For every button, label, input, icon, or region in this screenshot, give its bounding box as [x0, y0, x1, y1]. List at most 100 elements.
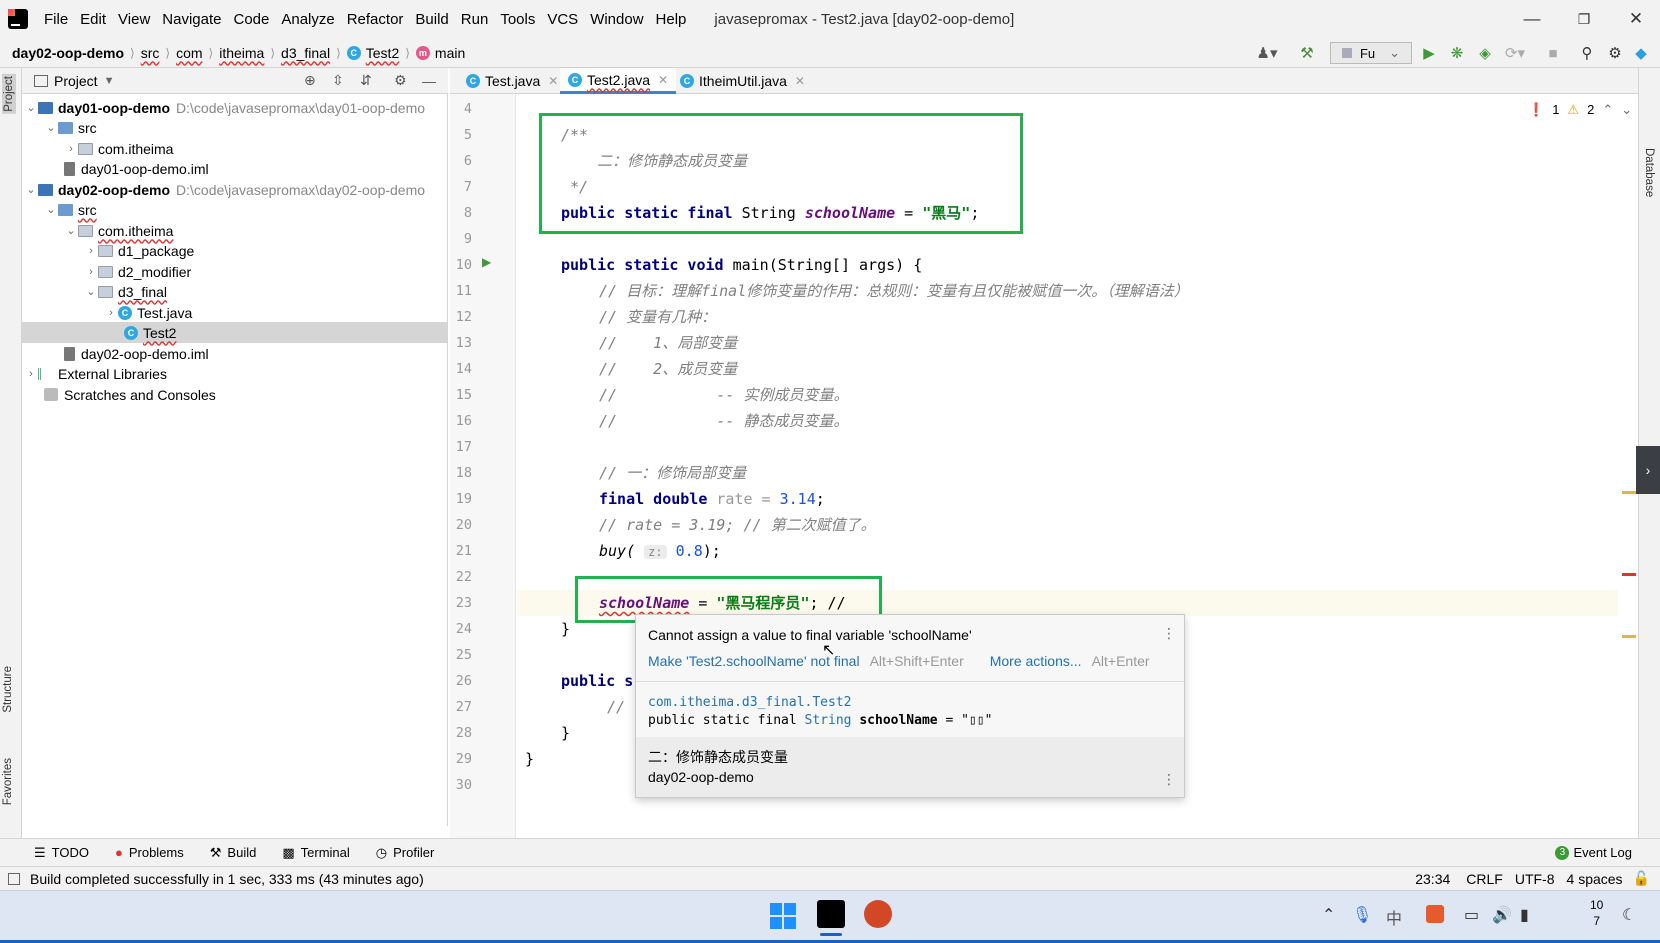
- collapse-all-icon[interactable]: ⇵: [360, 72, 372, 89]
- minimize-icon[interactable]: —: [1508, 0, 1556, 38]
- tree-item-iml[interactable]: day01-oop-demo.iml: [64, 158, 209, 179]
- microphone-icon[interactable]: 🎙: [1352, 905, 1372, 925]
- profiler-tab[interactable]: Profiler: [393, 845, 434, 860]
- tree-item-day01[interactable]: ⌄ day01-oop-demo D:\code\javasepromax\day0…: [24, 97, 425, 118]
- tree-item-package[interactable]: ⌄ com.itheima: [64, 220, 173, 241]
- lock-icon[interactable]: 🔓: [1633, 870, 1650, 887]
- project-tool-tab[interactable]: Project: [2, 74, 16, 114]
- error-marker[interactable]: [1622, 573, 1636, 576]
- display-icon[interactable]: ▭: [1464, 905, 1479, 925]
- menu-code[interactable]: Code: [227, 11, 275, 28]
- user-icon[interactable]: ♟▾: [1250, 42, 1284, 64]
- expand-side-icon[interactable]: ›: [1636, 446, 1660, 494]
- problems-tab[interactable]: Problems: [129, 845, 184, 860]
- clock[interactable]: 10 7: [1590, 897, 1603, 929]
- warning-marker[interactable]: [1622, 635, 1636, 638]
- ime-icon[interactable]: 中: [1386, 905, 1402, 929]
- event-log-tab[interactable]: Event Log: [1573, 845, 1632, 860]
- coverage-icon[interactable]: ◈: [1474, 42, 1496, 64]
- tree-item-iml[interactable]: day02-oop-demo.iml: [64, 343, 209, 364]
- tree-item-package[interactable]: › com.itheima: [64, 138, 173, 159]
- todo-tab[interactable]: TODO: [52, 845, 89, 860]
- inspection-widget[interactable]: ❗ 1 ⚠ 2 ⌃ ⌄: [1528, 102, 1632, 118]
- hide-panel-icon[interactable]: —: [422, 73, 436, 89]
- powerpoint-taskbar-icon[interactable]: [864, 900, 892, 928]
- build-hammer-icon[interactable]: ⚒: [1296, 42, 1318, 64]
- file-encoding[interactable]: UTF-8: [1515, 871, 1555, 887]
- breadcrumb-test2[interactable]: Test2: [366, 45, 399, 61]
- breadcrumb-module[interactable]: day02-oop-demo: [12, 45, 124, 61]
- menu-view[interactable]: View: [112, 11, 156, 28]
- tree-item-day02[interactable]: ⌄ day02-oop-demo D:\code\javasepromax\day0…: [24, 179, 425, 200]
- warning-marker[interactable]: [1622, 491, 1636, 494]
- breadcrumb-com[interactable]: com: [176, 45, 202, 61]
- tree-item-d1-package[interactable]: › d1_package: [84, 240, 194, 261]
- prev-highlight-icon[interactable]: ⌃: [1602, 102, 1613, 118]
- tree-item-external-libraries[interactable]: › External Libraries: [24, 363, 167, 384]
- breadcrumb-itheima[interactable]: itheima: [219, 45, 264, 61]
- database-tool-tab[interactable]: Database: [1643, 148, 1655, 197]
- menu-window[interactable]: Window: [584, 11, 649, 28]
- restore-icon[interactable]: ❐: [1560, 0, 1608, 38]
- search-icon[interactable]: ⚲: [1576, 42, 1598, 64]
- breadcrumb-d3-final[interactable]: d3_final: [281, 45, 330, 61]
- close-tab-icon[interactable]: ✕: [658, 73, 668, 87]
- indent-setting[interactable]: 4 spaces: [1567, 871, 1623, 887]
- more-actions-link[interactable]: More actions...: [990, 653, 1082, 669]
- windows-start-icon[interactable]: [770, 903, 796, 929]
- menu-run[interactable]: Run: [455, 11, 495, 28]
- project-panel-title[interactable]: Project: [54, 73, 98, 89]
- tree-item-src[interactable]: ⌄ src: [44, 199, 96, 220]
- intellij-taskbar-icon[interactable]: [817, 900, 845, 928]
- run-icon[interactable]: ▶: [1418, 42, 1440, 64]
- menu-refactor[interactable]: Refactor: [341, 11, 410, 28]
- breadcrumb-main[interactable]: main: [435, 45, 465, 61]
- run-gutter-icon[interactable]: ▶: [482, 255, 491, 269]
- menu-file[interactable]: File: [38, 11, 74, 28]
- more-icon[interactable]: ⋮: [1162, 625, 1176, 642]
- tree-item-test-java[interactable]: › C Test.java: [104, 302, 192, 323]
- menu-help[interactable]: Help: [650, 11, 693, 28]
- tab-itheimutil-java[interactable]: C ItheimUtil.java ✕: [672, 68, 813, 94]
- terminal-tab[interactable]: Terminal: [301, 845, 350, 860]
- volume-icon[interactable]: 🔊: [1492, 905, 1512, 925]
- menu-analyze[interactable]: Analyze: [275, 11, 340, 28]
- build-tab[interactable]: Build: [227, 845, 256, 860]
- line-separator[interactable]: CRLF: [1466, 871, 1503, 887]
- close-tab-icon[interactable]: ✕: [795, 74, 805, 88]
- app-tray-icon[interactable]: [1426, 905, 1444, 923]
- notification-icon[interactable]: ☾: [1622, 905, 1636, 925]
- profile-icon[interactable]: ⟳▾: [1500, 42, 1530, 64]
- favorites-tool-tab[interactable]: Favorites: [2, 758, 14, 805]
- qualified-class-link[interactable]: com.itheima.d3_final.Test2: [648, 695, 852, 710]
- status-toggle-icon[interactable]: [8, 872, 20, 885]
- run-config-select[interactable]: Fu ⌄: [1330, 42, 1412, 64]
- plugin-icon[interactable]: ◆: [1630, 42, 1652, 64]
- structure-tool-tab[interactable]: Structure: [2, 666, 14, 713]
- battery-icon[interactable]: ▮: [1520, 905, 1529, 925]
- menu-build[interactable]: Build: [409, 11, 454, 28]
- more-icon[interactable]: ⋮: [1162, 771, 1176, 788]
- gear-icon[interactable]: ⚙: [394, 72, 407, 89]
- caret-position[interactable]: 23:34: [1415, 871, 1450, 887]
- tree-item-d2-modifier[interactable]: › d2_modifier: [84, 261, 191, 282]
- tree-item-src[interactable]: ⌄ src: [44, 117, 96, 138]
- tree-item-d3-final[interactable]: ⌄ d3_final: [84, 281, 167, 302]
- debug-icon[interactable]: ❋: [1446, 42, 1468, 64]
- next-highlight-icon[interactable]: ⌄: [1621, 102, 1632, 118]
- stop-icon[interactable]: ■: [1542, 42, 1564, 64]
- close-tab-icon[interactable]: ✕: [548, 74, 558, 88]
- tray-chevron-icon[interactable]: ⌃: [1322, 905, 1335, 925]
- tab-test-java[interactable]: C Test.java ✕: [458, 68, 566, 94]
- tab-test2-java[interactable]: C Test2.java ✕: [560, 68, 677, 94]
- menu-navigate[interactable]: Navigate: [156, 11, 227, 28]
- tree-item-scratches[interactable]: Scratches and Consoles: [44, 384, 216, 405]
- menu-edit[interactable]: Edit: [74, 11, 112, 28]
- tree-item-test2[interactable]: C Test2: [22, 322, 448, 343]
- menu-vcs[interactable]: VCS: [541, 11, 584, 28]
- breadcrumb-src[interactable]: src: [141, 45, 160, 61]
- locate-icon[interactable]: ⊕: [304, 72, 316, 89]
- close-icon[interactable]: ✕: [1612, 0, 1660, 38]
- settings-gear-icon[interactable]: ⚙: [1604, 42, 1626, 64]
- expand-all-icon[interactable]: ⇳: [332, 72, 344, 89]
